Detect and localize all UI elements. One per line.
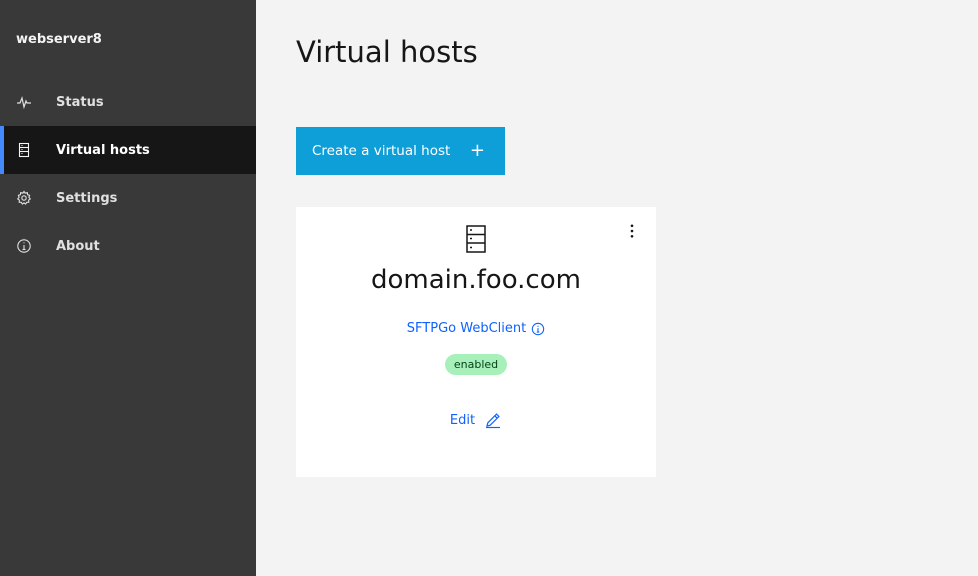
overflow-menu-icon[interactable] (624, 223, 640, 239)
create-virtual-host-button[interactable]: Create a virtual host + (296, 127, 505, 175)
status-badge: enabled (444, 354, 508, 375)
sidebar-item-settings[interactable]: Settings (0, 174, 256, 222)
edit-link-label: Edit (449, 412, 476, 428)
page-title: Virtual hosts (296, 35, 478, 69)
sidebar-item-status[interactable]: Status (0, 78, 256, 126)
server-icon (16, 142, 32, 158)
info-icon[interactable] (531, 322, 545, 336)
edit-icon (486, 413, 501, 429)
sidebar-item-label: About (56, 238, 100, 254)
app: webserver8 Status Virtual hosts Settings… (0, 0, 978, 576)
activity-icon (16, 94, 32, 110)
edit-link[interactable]: Edit (450, 411, 502, 429)
webclient-link[interactable]: SFTPGo WebClient (407, 321, 545, 336)
create-button-label: Create a virtual host (312, 143, 451, 159)
virtual-host-name: domain.foo.com (371, 265, 581, 295)
webclient-link-label: SFTPGo WebClient (406, 321, 527, 336)
server-icon (466, 225, 486, 253)
plus-icon: + (469, 140, 485, 161)
sidebar-item-virtual-hosts[interactable]: Virtual hosts (0, 126, 256, 174)
app-title: webserver8 (16, 32, 102, 47)
virtual-host-card: domain.foo.com SFTPGo WebClient enabled … (296, 207, 656, 477)
gear-icon (16, 190, 32, 206)
sidebar: webserver8 Status Virtual hosts Settings… (0, 0, 256, 576)
sidebar-item-label: Settings (56, 190, 118, 206)
info-icon (16, 238, 32, 254)
sidebar-item-label: Virtual hosts (56, 142, 150, 158)
main-content: Virtual hosts Create a virtual host + do… (256, 0, 978, 576)
sidebar-item-label: Status (56, 94, 104, 110)
sidebar-item-about[interactable]: About (0, 222, 256, 270)
